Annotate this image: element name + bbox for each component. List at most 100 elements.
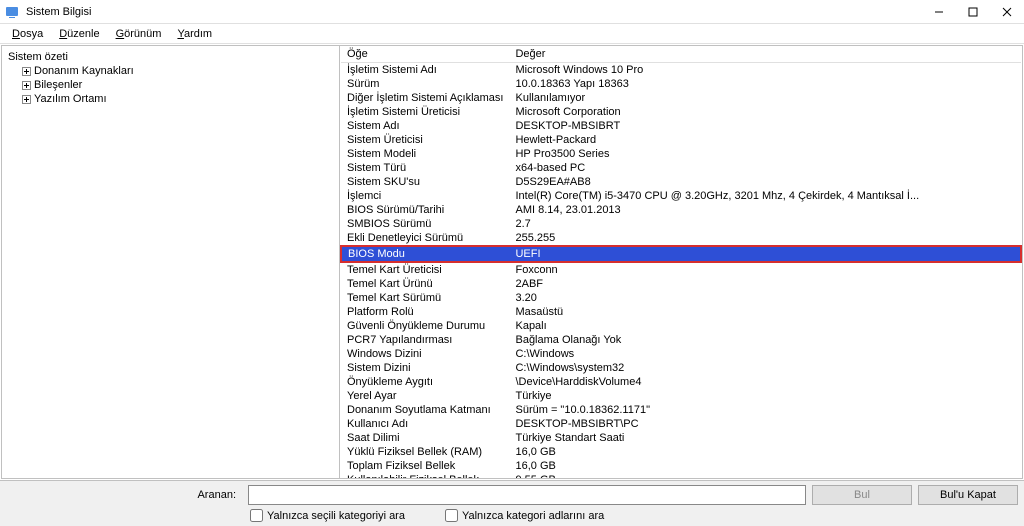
detail-key: Güvenli Önyükleme Durumu (341, 319, 509, 333)
detail-row[interactable]: Önyükleme Aygıtı\Device\HarddiskVolume4 (341, 375, 1021, 389)
tree-item[interactable]: Yazılım Ortamı (18, 92, 337, 106)
detail-value: 9,55 GB (509, 473, 1021, 478)
detail-key: BIOS Sürümü/Tarihi (341, 203, 509, 217)
detail-row[interactable]: Temel Kart ÜreticisiFoxconn (341, 262, 1021, 277)
detail-row[interactable]: Temel Kart Sürümü3.20 (341, 291, 1021, 305)
close-find-button[interactable]: Bul'u Kapat (918, 485, 1018, 505)
detail-value: 3.20 (509, 291, 1021, 305)
detail-key: İşlemci (341, 189, 509, 203)
window-buttons (922, 0, 1024, 24)
menu-bar: Dosya Düzenle Görünüm Yardım (0, 24, 1024, 44)
detail-row[interactable]: İşletim Sistemi ÜreticisiMicrosoft Corpo… (341, 105, 1021, 119)
detail-row[interactable]: Kullanıcı AdıDESKTOP-MBSIBRT\PC (341, 417, 1021, 431)
detail-row[interactable]: Yüklü Fiziksel Bellek (RAM)16,0 GB (341, 445, 1021, 459)
detail-row[interactable]: Platform RolüMasaüstü (341, 305, 1021, 319)
detail-key: PCR7 Yapılandırması (341, 333, 509, 347)
detail-row[interactable]: Windows DiziniC:\Windows (341, 347, 1021, 361)
search-input[interactable] (248, 485, 806, 505)
search-label: Aranan: (6, 489, 242, 501)
detail-row[interactable]: BIOS ModuUEFI (341, 246, 1021, 262)
tree-item-label: Bileşenler (34, 79, 82, 91)
detail-key: Sistem Dizini (341, 361, 509, 375)
detail-row[interactable]: Ekli Denetleyici Sürümü255.255 (341, 231, 1021, 246)
chk-category-names[interactable]: Yalnızca kategori adlarını ara (445, 509, 604, 522)
window-title: Sistem Bilgisi (24, 6, 922, 18)
detail-row[interactable]: Sürüm10.0.18363 Yapı 18363 (341, 77, 1021, 91)
detail-key: Temel Kart Üreticisi (341, 262, 509, 277)
detail-row[interactable]: Toplam Fiziksel Bellek16,0 GB (341, 459, 1021, 473)
tree-panel[interactable]: Sistem özeti Donanım KaynaklarıBileşenle… (2, 46, 340, 478)
column-item[interactable]: Öğe (341, 46, 509, 63)
expand-icon[interactable] (20, 93, 32, 105)
expand-icon[interactable] (20, 79, 32, 91)
find-button[interactable]: Bul (812, 485, 912, 505)
detail-row[interactable]: Sistem ModeliHP Pro3500 Series (341, 147, 1021, 161)
menu-edit[interactable]: Düzenle (51, 26, 107, 42)
detail-row[interactable]: İşletim Sistemi AdıMicrosoft Windows 10 … (341, 63, 1021, 78)
column-value[interactable]: Değer (509, 46, 1021, 63)
app-icon (4, 4, 20, 20)
detail-key: SMBIOS Sürümü (341, 217, 509, 231)
detail-value: 2.7 (509, 217, 1021, 231)
expand-icon[interactable] (20, 65, 32, 77)
detail-row[interactable]: Sistem DiziniC:\Windows\system32 (341, 361, 1021, 375)
detail-value: 16,0 GB (509, 445, 1021, 459)
detail-row[interactable]: Güvenli Önyükleme DurumuKapalı (341, 319, 1021, 333)
tree-root[interactable]: Sistem özeti (4, 50, 337, 64)
detail-value: AMI 8.14, 23.01.2013 (509, 203, 1021, 217)
detail-row[interactable]: Temel Kart Ürünü2ABF (341, 277, 1021, 291)
detail-key: İşletim Sistemi Üreticisi (341, 105, 509, 119)
detail-row[interactable]: Donanım Soyutlama KatmanıSürüm = "10.0.1… (341, 403, 1021, 417)
detail-value: Bağlama Olanağı Yok (509, 333, 1021, 347)
detail-key: Kullanılabilir Fiziksel Bellek (341, 473, 509, 478)
detail-value: DESKTOP-MBSIBRT\PC (509, 417, 1021, 431)
detail-row[interactable]: Saat DilimiTürkiye Standart Saati (341, 431, 1021, 445)
detail-row[interactable]: Sistem ÜreticisiHewlett-Packard (341, 133, 1021, 147)
detail-row[interactable]: Diğer İşletim Sistemi AçıklamasıKullanıl… (341, 91, 1021, 105)
detail-value: x64-based PC (509, 161, 1021, 175)
tree-item[interactable]: Donanım Kaynakları (18, 64, 337, 78)
detail-key: Platform Rolü (341, 305, 509, 319)
detail-value: Türkiye Standart Saati (509, 431, 1021, 445)
detail-row[interactable]: İşlemciIntel(R) Core(TM) i5-3470 CPU @ 3… (341, 189, 1021, 203)
detail-key: Diğer İşletim Sistemi Açıklaması (341, 91, 509, 105)
detail-value: \Device\HarddiskVolume4 (509, 375, 1021, 389)
close-button[interactable] (990, 0, 1024, 24)
menu-help[interactable]: Yardım (169, 26, 220, 42)
detail-key: Önyükleme Aygıtı (341, 375, 509, 389)
detail-key: Sistem Adı (341, 119, 509, 133)
detail-value: C:\Windows\system32 (509, 361, 1021, 375)
detail-key: Sistem Üreticisi (341, 133, 509, 147)
chk-selected-category-box[interactable] (250, 509, 263, 522)
detail-row[interactable]: PCR7 YapılandırmasıBağlama Olanağı Yok (341, 333, 1021, 347)
details-panel[interactable]: Öğe Değer İşletim Sistemi AdıMicrosoft W… (340, 46, 1022, 478)
work-area: Sistem özeti Donanım KaynaklarıBileşenle… (1, 45, 1023, 479)
detail-row[interactable]: Yerel AyarTürkiye (341, 389, 1021, 403)
detail-value: DESKTOP-MBSIBRT (509, 119, 1021, 133)
detail-row[interactable]: Kullanılabilir Fiziksel Bellek9,55 GB (341, 473, 1021, 478)
menu-view[interactable]: Görünüm (108, 26, 170, 42)
detail-value: Kapalı (509, 319, 1021, 333)
tree-item[interactable]: Bileşenler (18, 78, 337, 92)
detail-key: Toplam Fiziksel Bellek (341, 459, 509, 473)
detail-row[interactable]: Sistem SKU'suD5S29EA#AB8 (341, 175, 1021, 189)
detail-row[interactable]: Sistem AdıDESKTOP-MBSIBRT (341, 119, 1021, 133)
menu-file[interactable]: Dosya (4, 26, 51, 42)
detail-value: Foxconn (509, 262, 1021, 277)
detail-value: 10.0.18363 Yapı 18363 (509, 77, 1021, 91)
detail-value: UEFI (509, 246, 1021, 262)
detail-row[interactable]: SMBIOS Sürümü2.7 (341, 217, 1021, 231)
detail-value: Türkiye (509, 389, 1021, 403)
detail-row[interactable]: Sistem Türüx64-based PC (341, 161, 1021, 175)
detail-key: Kullanıcı Adı (341, 417, 509, 431)
detail-row[interactable]: BIOS Sürümü/TarihiAMI 8.14, 23.01.2013 (341, 203, 1021, 217)
detail-key: Sistem Türü (341, 161, 509, 175)
detail-value: 255.255 (509, 231, 1021, 246)
tree-item-label: Yazılım Ortamı (34, 93, 107, 105)
minimize-button[interactable] (922, 0, 956, 24)
detail-key: İşletim Sistemi Adı (341, 63, 509, 78)
chk-category-names-box[interactable] (445, 509, 458, 522)
chk-selected-category[interactable]: Yalnızca seçili kategoriyi ara (250, 509, 405, 522)
detail-value: Masaüstü (509, 305, 1021, 319)
maximize-button[interactable] (956, 0, 990, 24)
